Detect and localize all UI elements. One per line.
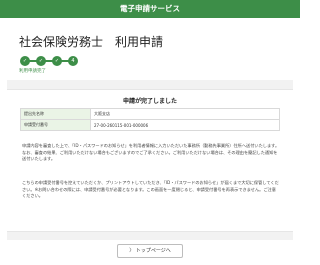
row-label: 提出先名称 (20, 108, 91, 120)
step-4-current: 4 (68, 56, 78, 66)
step-connector (24, 60, 74, 62)
row-value: 27-00-260115-001-000006 (90, 119, 280, 131)
row-label: 申請受付番号 (20, 119, 91, 131)
step-1-check-icon: ✓ (20, 56, 30, 66)
table-row: 申請受付番号 27-00-260115-001-000006 (20, 119, 280, 131)
application-info-table: 提出先名称 大阪支店 申請受付番号 27-00-260115-001-00000… (20, 108, 280, 131)
table-row: 提出先名称 大阪支店 (20, 108, 280, 120)
notice-paragraph-2: こちらの申請受付番号を控えていただくか、プリントアウトしていただき、「ID・パス… (22, 180, 279, 198)
notice-paragraph-1: 申請内容を審査した上で、「ID・パスワードのお知らせ」を利用者情報に入力いただい… (22, 143, 280, 161)
page-title: 社会保険労務士 利用申請 (19, 35, 164, 49)
completion-title: 申請が完了しました (122, 98, 177, 105)
header-bar: 電子申請サービス (0, 0, 300, 18)
step-label: 利用申請完了 (19, 69, 46, 74)
service-title: 電子申請サービス (120, 4, 180, 13)
top-page-button[interactable]: 〉 トップページへ (117, 244, 183, 258)
row-value: 大阪支店 (90, 108, 280, 120)
progress-steps: ✓ ✓ ✓ 4 (20, 56, 78, 66)
step-3-check-icon: ✓ (52, 56, 62, 66)
step-2-check-icon: ✓ (36, 56, 46, 66)
